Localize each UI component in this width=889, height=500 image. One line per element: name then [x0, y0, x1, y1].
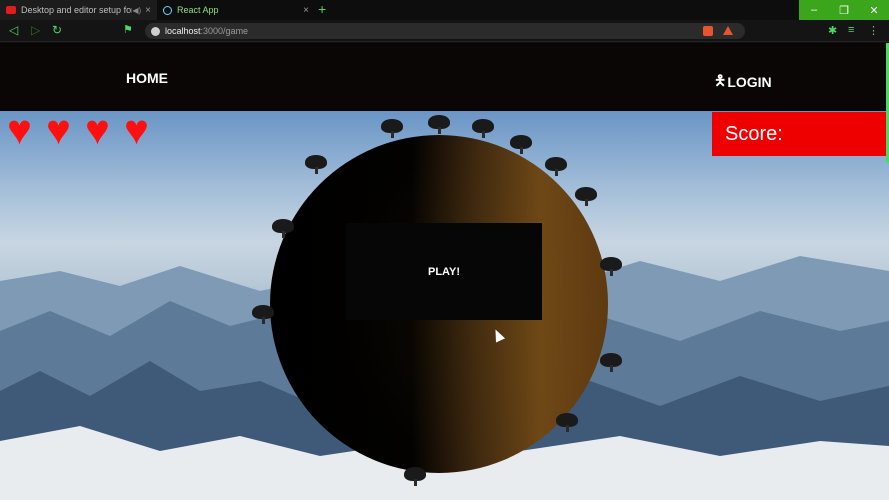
- score-label: Score:: [725, 122, 783, 145]
- back-icon[interactable]: ◁: [9, 23, 18, 37]
- tree-icon: [252, 305, 274, 324]
- tree-icon: [545, 157, 567, 176]
- tree-icon: [556, 413, 578, 432]
- lives-hearts: ♥ ♥ ♥ ♥: [0, 106, 156, 153]
- forward-icon[interactable]: ▷: [31, 23, 40, 37]
- brave-rewards-icon[interactable]: [723, 26, 733, 35]
- app-navbar: HOME 🯅 LOGIN: [0, 43, 889, 111]
- url-path: :3000/game: [200, 26, 249, 36]
- tree-icon: [575, 187, 597, 206]
- youtube-icon: [6, 6, 16, 14]
- close-tab-icon[interactable]: ×: [303, 5, 309, 16]
- heart-icon: ♥: [7, 106, 32, 153]
- score-display: Score:: [712, 112, 889, 156]
- tree-icon: [428, 115, 450, 134]
- playlist-icon[interactable]: ≡: [848, 24, 854, 36]
- address-bar[interactable]: localhost:3000/game: [145, 23, 745, 39]
- url-host: localhost: [165, 26, 201, 36]
- minimize-button[interactable]: –: [799, 0, 829, 20]
- nav-login-label: LOGIN: [727, 74, 772, 90]
- tab-title: Desktop and editor setup for Rus: [21, 5, 132, 15]
- window-controls: – ❐ ✕: [799, 0, 889, 20]
- new-tab-button[interactable]: +: [318, 1, 326, 17]
- menu-icon[interactable]: ⋮: [868, 24, 879, 37]
- browser-tab-bar: Desktop and editor setup for Rus ◀) × Re…: [0, 0, 889, 20]
- speaker-icon[interactable]: ◀): [132, 6, 141, 15]
- nav-home-link[interactable]: HOME: [126, 70, 168, 86]
- extensions-icon[interactable]: ✱: [828, 24, 837, 37]
- info-icon[interactable]: [151, 26, 160, 36]
- play-label: PLAY!: [428, 265, 460, 278]
- tree-icon: [472, 119, 494, 138]
- tree-icon: [404, 467, 426, 486]
- heart-icon: ♥: [85, 106, 110, 153]
- person-icon: 🯅: [714, 72, 727, 88]
- play-button[interactable]: PLAY!: [346, 223, 542, 320]
- bookmark-icon[interactable]: ⚑: [123, 23, 133, 36]
- tree-icon: [600, 353, 622, 372]
- close-tab-icon[interactable]: ×: [145, 5, 151, 16]
- heart-icon: ♥: [124, 106, 149, 153]
- tree-icon: [305, 155, 327, 174]
- browser-tab-youtube[interactable]: Desktop and editor setup for Rus ◀) ×: [0, 0, 157, 20]
- restore-button[interactable]: ❐: [829, 0, 859, 20]
- close-window-button[interactable]: ✕: [859, 0, 889, 20]
- nav-login-link[interactable]: 🯅 LOGIN: [714, 70, 772, 94]
- tree-icon: [272, 219, 294, 238]
- tree-icon: [381, 119, 403, 138]
- react-icon: [163, 5, 172, 15]
- browser-tab-react-app[interactable]: React App ×: [157, 0, 315, 20]
- game-page: HOME 🯅 LOGIN ♥ ♥ ♥ ♥ Score: PLAY!: [0, 43, 889, 500]
- tree-icon: [510, 135, 532, 154]
- brave-shield-icon[interactable]: [703, 26, 713, 36]
- tab-title: React App: [177, 5, 219, 15]
- reload-icon[interactable]: ↻: [52, 23, 62, 37]
- tree-icon: [600, 257, 622, 276]
- browser-toolbar: ◁ ▷ ↻ ⚑ localhost:3000/game ✱ ≡ ⋮: [0, 20, 889, 42]
- heart-icon: ♥: [46, 106, 71, 153]
